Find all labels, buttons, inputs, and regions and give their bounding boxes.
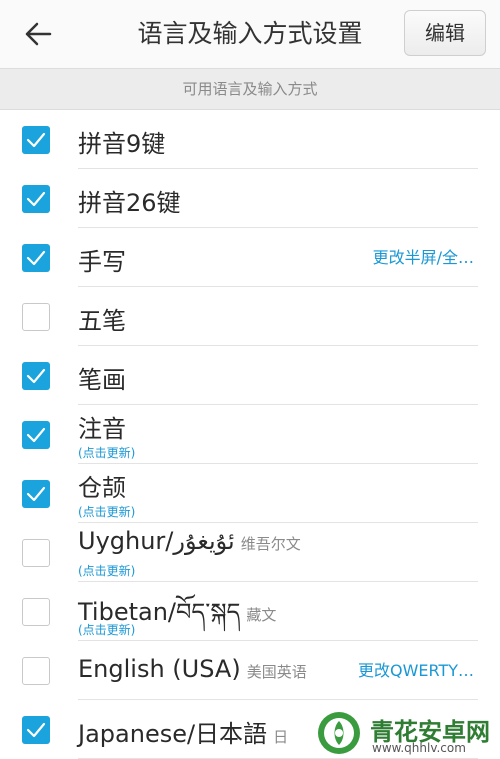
update-link[interactable]: (点击更新): [78, 621, 135, 638]
checkbox[interactable]: [22, 244, 50, 272]
update-link[interactable]: (点击更新): [78, 444, 135, 461]
checkmark-icon: [26, 132, 46, 148]
input-method-item[interactable]: 笔画: [0, 346, 500, 405]
item-title-line: Uyghur/ئۇيغۇر 维吾尔文: [78, 527, 301, 555]
checkbox[interactable]: [22, 303, 50, 331]
page-title: 语言及输入方式设置: [137, 19, 363, 48]
arrow-left-icon: [25, 22, 52, 46]
section-header: 可用语言及输入方式: [0, 68, 500, 110]
checkmark-icon: [26, 427, 46, 443]
item-subtitle: 藏文: [246, 606, 277, 624]
layout-change-link[interactable]: 更改QWERTY…: [358, 641, 474, 700]
item-name: 五笔: [78, 307, 126, 335]
item-name: Uyghur/ئۇيغۇر: [78, 527, 235, 555]
checkmark-icon: [26, 368, 46, 384]
input-method-item[interactable]: 拼音9键: [0, 110, 500, 169]
item-title-line: 注音: [78, 409, 126, 444]
item-name: 注音: [78, 415, 126, 443]
watermark-url: www.qhhlv.com: [372, 741, 466, 755]
input-method-item[interactable]: Tibetan/བོད་སྐད 藏文 (点击更新): [0, 582, 500, 641]
item-name: Japanese/日本語: [78, 720, 268, 748]
item-title-line: 手写: [78, 242, 126, 277]
checkmark-icon: [26, 250, 46, 266]
edit-button[interactable]: 编辑: [404, 10, 486, 56]
checkbox[interactable]: [22, 716, 50, 744]
checkbox[interactable]: [22, 480, 50, 508]
back-button[interactable]: [16, 14, 60, 54]
checkmark-icon: [26, 191, 46, 207]
item-subtitle: 日: [273, 728, 289, 746]
item-subtitle: 维吾尔文: [240, 535, 301, 553]
layout-change-link[interactable]: 更改半屏/全…: [373, 228, 474, 287]
item-name: 仓颉: [78, 474, 126, 502]
item-subtitle: 美国英语: [246, 663, 307, 681]
item-name: 拼音9键: [78, 130, 166, 158]
checkbox[interactable]: [22, 362, 50, 390]
checkmark-icon: [26, 486, 46, 502]
item-title-line: Japanese/日本語日: [78, 714, 288, 749]
item-title-line: 笔画: [78, 360, 126, 395]
update-link[interactable]: (点击更新): [78, 562, 135, 579]
checkbox[interactable]: [22, 598, 50, 626]
checkbox[interactable]: [22, 421, 50, 449]
checkmark-icon: [26, 722, 46, 738]
input-method-item[interactable]: 拼音26键: [0, 169, 500, 228]
input-method-item[interactable]: Uyghur/ئۇيغۇر 维吾尔文 (点击更新): [0, 523, 500, 582]
item-title-line: 五笔: [78, 301, 126, 336]
item-name: 拼音26键: [78, 189, 181, 217]
item-title-line: 仓颉: [78, 468, 126, 503]
item-name: 笔画: [78, 366, 126, 394]
qinghua-logo-icon: [318, 712, 360, 754]
item-title-line: 拼音26键: [78, 183, 181, 218]
item-name: 手写: [78, 248, 126, 276]
input-method-item[interactable]: 五笔: [0, 287, 500, 346]
checkbox[interactable]: [22, 185, 50, 213]
item-title-line: English (USA) 美国英语: [78, 655, 307, 683]
input-method-item[interactable]: 手写 更改半屏/全…: [0, 228, 500, 287]
app-header: 语言及输入方式设置 编辑: [0, 0, 500, 68]
item-title-line: 拼音9键: [78, 124, 165, 159]
watermark: 青花安卓网 www.qhhlv.com: [314, 708, 500, 759]
input-method-item[interactable]: 仓颉 (点击更新): [0, 464, 500, 523]
update-link[interactable]: (点击更新): [78, 503, 135, 520]
checkbox[interactable]: [22, 657, 50, 685]
input-method-item[interactable]: English (USA) 美国英语 更改QWERTY…: [0, 641, 500, 700]
item-name: English (USA): [78, 655, 241, 683]
checkbox[interactable]: [22, 126, 50, 154]
checkbox[interactable]: [22, 539, 50, 567]
input-method-item[interactable]: 注音 (点击更新): [0, 405, 500, 464]
